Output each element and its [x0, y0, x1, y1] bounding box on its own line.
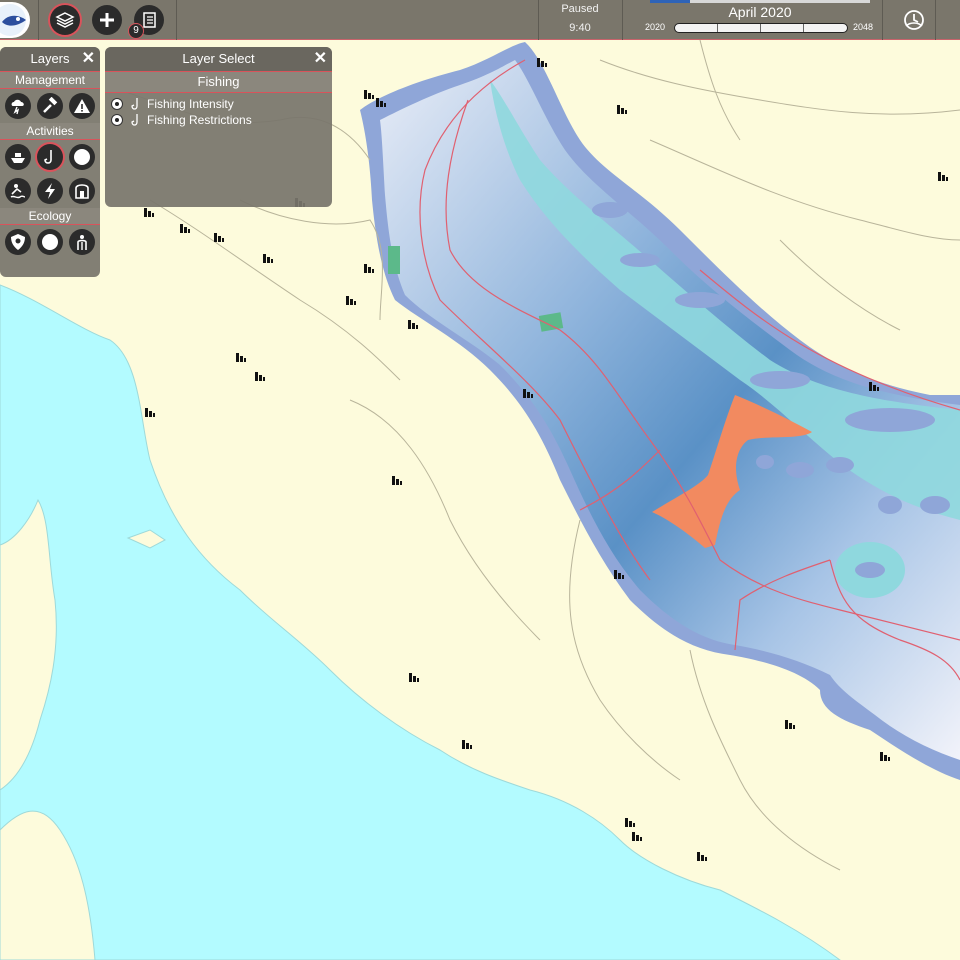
lightning-icon[interactable] [37, 178, 63, 204]
section-management-title: Management [0, 72, 100, 89]
ecology-icons [0, 225, 100, 259]
plus-icon [100, 13, 114, 27]
timeline-start-year: 2020 [645, 22, 666, 32]
swimmer-icon[interactable] [5, 178, 31, 204]
management-icons [0, 89, 100, 123]
layers-panel: Layers ✕ Management Activities Ecology [0, 47, 100, 277]
close-layers-panel-button[interactable]: ✕ [82, 47, 95, 71]
storm-cloud-icon[interactable] [5, 93, 31, 119]
timeline-progress-bar [650, 0, 690, 3]
layer-select-header: Layer Select ✕ [105, 47, 332, 72]
simulation-status: Paused [561, 3, 599, 15]
building-icon[interactable] [69, 178, 95, 204]
simulation-clock: 9:40 [569, 22, 591, 34]
fishing-hook-icon [131, 114, 138, 126]
layer-item-fishing-restrictions[interactable]: Fishing Restrictions [105, 112, 332, 128]
layers-panel-title: Layers [30, 51, 70, 66]
circle-icon[interactable] [69, 144, 95, 170]
activities-icons-row-2 [0, 174, 100, 208]
warning-icon[interactable] [69, 93, 95, 119]
layer-list: Fishing Intensity Fishing Restrictions [105, 93, 332, 128]
layer-checkbox[interactable] [111, 98, 123, 110]
current-date-label: April 2020 [728, 4, 792, 20]
close-layer-select-button[interactable]: ✕ [314, 47, 327, 71]
timeline-slider[interactable] [674, 23, 848, 33]
timeline-remaining-bar [690, 0, 870, 3]
shield-icon[interactable] [5, 229, 31, 255]
circle-icon[interactable] [37, 229, 63, 255]
ship-icon[interactable] [5, 144, 31, 170]
layer-label: Fishing Restrictions [147, 113, 252, 127]
section-ecology-title: Ecology [0, 208, 100, 225]
layers-toggle-button[interactable] [50, 5, 80, 35]
hammer-icon[interactable] [37, 93, 63, 119]
notification-badge: 9 [128, 23, 144, 39]
layer-item-fishing-intensity[interactable]: Fishing Intensity [105, 96, 332, 112]
app-logo[interactable] [0, 2, 30, 38]
timeline-end-year: 2048 [853, 22, 874, 32]
layer-checkbox[interactable] [111, 114, 123, 126]
layer-select-panel: Layer Select ✕ Fishing Fishing Intensity… [105, 47, 332, 207]
add-button[interactable] [92, 5, 122, 35]
clock-eye-icon [904, 10, 924, 30]
simulation-settings-button[interactable] [902, 8, 926, 32]
people-icon[interactable] [69, 229, 95, 255]
fishing-hook-icon [131, 98, 138, 110]
layers-icon [55, 12, 75, 28]
activities-icons-row-1 [0, 140, 100, 174]
layer-select-title: Layer Select [182, 51, 255, 66]
section-activities-title: Activities [0, 123, 100, 140]
layers-panel-header: Layers ✕ [0, 47, 100, 72]
layer-label: Fishing Intensity [147, 97, 234, 111]
protected-area-patch [388, 246, 400, 274]
fishing-hook-icon[interactable] [37, 144, 63, 170]
layer-category-title: Fishing [105, 72, 332, 93]
top-toolbar: 9 Paused 9:40 April 2020 2020 2048 [0, 0, 960, 40]
